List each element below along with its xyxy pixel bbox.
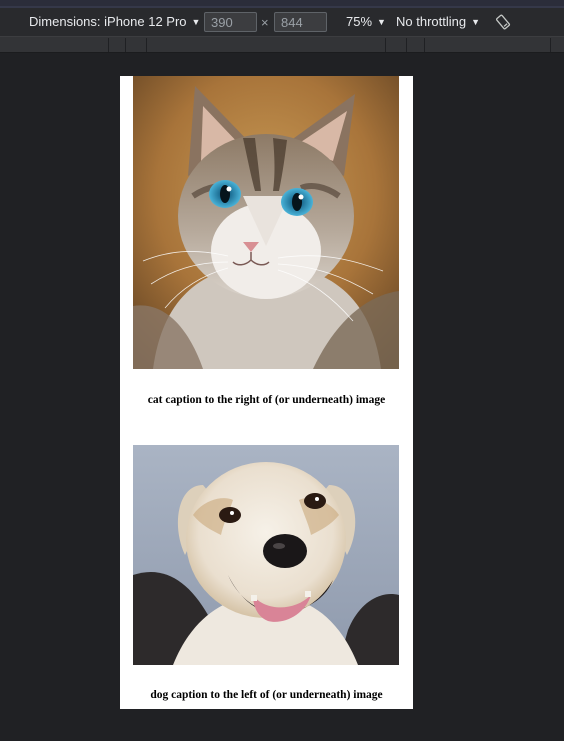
- chevron-down-icon: ▼: [471, 17, 481, 27]
- times-separator: ×: [261, 15, 269, 30]
- throttling-label: No throttling: [396, 14, 467, 29]
- chevron-down-icon: ▼: [191, 17, 201, 27]
- ruler-divider: [424, 38, 425, 52]
- window-top-strip: [0, 0, 564, 8]
- device-toolbar: Dimensions: iPhone 12 Pro ▼ × 75% ▼ No thr…: [0, 8, 564, 36]
- throttling-dropdown[interactable]: No throttling ▼: [396, 8, 480, 36]
- zoom-dropdown[interactable]: 75% ▼: [346, 8, 386, 36]
- media-query-ruler[interactable]: [0, 36, 564, 53]
- dog-image: [133, 445, 399, 665]
- height-input[interactable]: [274, 12, 327, 32]
- ruler-divider: [146, 38, 147, 52]
- rotate-icon[interactable]: [495, 14, 511, 30]
- emulated-viewport-area: cat caption to the right of (or undernea…: [0, 53, 564, 741]
- width-input[interactable]: [204, 12, 257, 32]
- emulated-page: cat caption to the right of (or undernea…: [120, 76, 413, 709]
- ruler-divider: [550, 38, 551, 52]
- device-dimensions-label: Dimensions: iPhone 12 Pro: [29, 14, 187, 29]
- chevron-down-icon: ▼: [377, 17, 386, 27]
- rotate-icon-svg: [495, 14, 511, 30]
- zoom-label: 75%: [346, 14, 373, 29]
- ruler-divider: [385, 38, 386, 52]
- cat-caption: cat caption to the right of (or undernea…: [147, 394, 386, 406]
- device-dimensions-dropdown[interactable]: Dimensions: iPhone 12 Pro ▼: [29, 8, 200, 36]
- ruler-divider: [406, 38, 407, 52]
- dog-caption: dog caption to the left of (or underneat…: [150, 689, 383, 701]
- cat-image: [133, 76, 399, 369]
- ruler-divider: [125, 38, 126, 52]
- ruler-divider: [108, 38, 109, 52]
